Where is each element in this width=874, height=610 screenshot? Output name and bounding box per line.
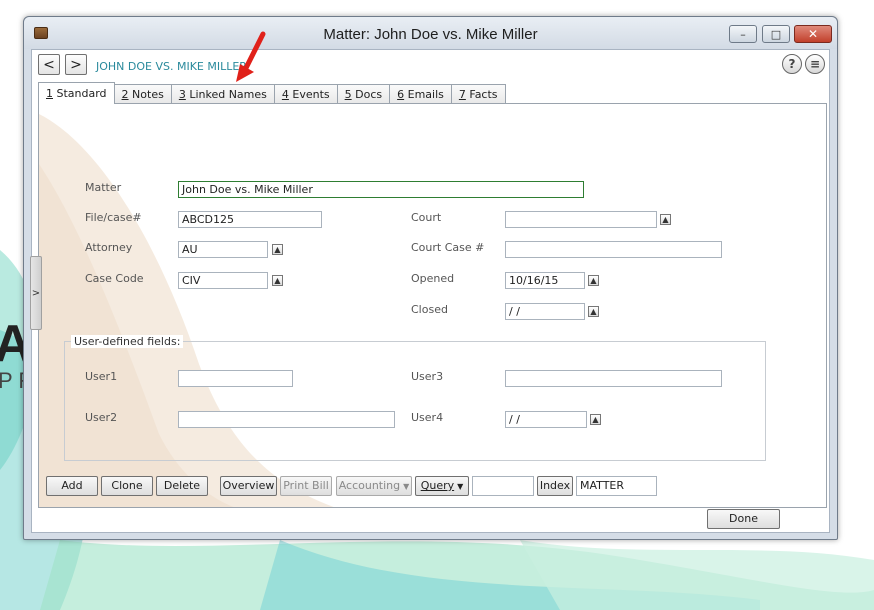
tab-label: Linked Names bbox=[185, 88, 267, 101]
tab-standard[interactable]: 1 Standard bbox=[38, 82, 115, 104]
attorney-dropdown-icon[interactable]: ▲ bbox=[272, 244, 283, 255]
filecase-label: File/case# bbox=[85, 211, 142, 224]
tab-docs[interactable]: 5 Docs bbox=[336, 84, 391, 104]
user3-label: User3 bbox=[411, 370, 444, 383]
user-defined-group bbox=[64, 341, 766, 461]
tab-key: 2 bbox=[121, 88, 129, 101]
user4-label: User4 bbox=[411, 411, 444, 424]
index-value-field[interactable]: MATTER bbox=[576, 476, 657, 496]
print-bill-button[interactable]: Print Bill bbox=[280, 476, 332, 496]
done-button[interactable]: Done bbox=[707, 509, 780, 529]
chevron-down-icon: ▼ bbox=[457, 482, 464, 491]
window-title: Matter: John Doe vs. Mike Miller bbox=[323, 26, 538, 43]
closed-date-field[interactable]: / / bbox=[505, 303, 585, 320]
court-label: Court bbox=[411, 211, 442, 224]
tab-key: 3 bbox=[178, 88, 186, 101]
casecode-label: Case Code bbox=[85, 272, 144, 285]
standard-tab-panel: Matter John Doe vs. Mike Miller File/cas… bbox=[38, 103, 827, 508]
opened-date-field[interactable]: 10/16/15 bbox=[505, 272, 585, 289]
query-label: Query bbox=[420, 479, 455, 492]
tab-notes[interactable]: 2 Notes bbox=[113, 84, 172, 104]
forward-button[interactable]: > bbox=[65, 54, 87, 75]
tab-label: Docs bbox=[351, 88, 383, 101]
annotation-arrow-icon bbox=[236, 31, 266, 82]
tab-events[interactable]: 4 Events bbox=[273, 84, 338, 104]
tab-label: Facts bbox=[465, 88, 498, 101]
courtcase-label: Court Case # bbox=[411, 241, 485, 254]
opened-label: Opened bbox=[411, 272, 455, 285]
maximize-button[interactable]: □ bbox=[762, 25, 790, 43]
back-button[interactable]: < bbox=[38, 54, 60, 75]
matter-field[interactable]: John Doe vs. Mike Miller bbox=[178, 181, 584, 198]
tab-label: Notes bbox=[128, 88, 164, 101]
record-name-header: JOHN DOE VS. MIKE MILLER bbox=[96, 60, 247, 73]
closed-dropdown-icon[interactable]: ▲ bbox=[588, 306, 599, 317]
tab-label: Emails bbox=[404, 88, 444, 101]
tab-emails[interactable]: 6 Emails bbox=[389, 84, 452, 104]
index-button[interactable]: Index bbox=[537, 476, 573, 496]
add-button[interactable]: Add bbox=[46, 476, 98, 496]
user1-label: User1 bbox=[85, 370, 118, 383]
close-button[interactable]: ✕ bbox=[794, 25, 832, 43]
user4-date-field[interactable]: / / bbox=[505, 411, 587, 428]
matter-window: Matter: John Doe vs. Mike Miller – □ ✕ <… bbox=[23, 16, 838, 540]
overview-button[interactable]: Overview bbox=[220, 476, 277, 496]
window-client-area: < > JOHN DOE VS. MIKE MILLER ? ≡ 1 Stand… bbox=[31, 49, 830, 533]
help-icon[interactable]: ? bbox=[782, 54, 802, 74]
user-defined-title: User-defined fields: bbox=[71, 335, 184, 348]
tab-key: 4 bbox=[281, 88, 289, 101]
user2-label: User2 bbox=[85, 411, 118, 424]
matter-label: Matter bbox=[85, 181, 122, 194]
tab-key: 1 bbox=[46, 87, 53, 100]
user1-field[interactable] bbox=[178, 370, 293, 387]
opened-dropdown-icon[interactable]: ▲ bbox=[588, 275, 599, 286]
query-text-input[interactable] bbox=[472, 476, 534, 496]
accounting-button[interactable]: Accounting ▼ bbox=[336, 476, 412, 496]
user3-field[interactable] bbox=[505, 370, 722, 387]
closed-label: Closed bbox=[411, 303, 448, 316]
side-panel-toggle[interactable]: > bbox=[30, 256, 42, 330]
delete-button[interactable]: Delete bbox=[156, 476, 208, 496]
tab-linked-names[interactable]: 3 Linked Names bbox=[170, 84, 275, 104]
casecode-dropdown-icon[interactable]: ▲ bbox=[272, 275, 283, 286]
tab-label: Events bbox=[288, 88, 330, 101]
accounting-label: Accounting bbox=[338, 479, 401, 492]
chevron-down-icon: ▼ bbox=[403, 482, 410, 491]
filecase-field[interactable]: ABCD125 bbox=[178, 211, 322, 228]
attorney-field[interactable]: AU bbox=[178, 241, 268, 258]
user4-dropdown-icon[interactable]: ▲ bbox=[590, 414, 601, 425]
court-field[interactable] bbox=[505, 211, 657, 228]
tab-facts[interactable]: 7 Facts bbox=[450, 84, 506, 104]
tab-label: Standard bbox=[53, 87, 107, 100]
casecode-field[interactable]: CIV bbox=[178, 272, 268, 289]
courtcase-field[interactable] bbox=[505, 241, 722, 258]
menu-icon[interactable]: ≡ bbox=[805, 54, 825, 74]
attorney-label: Attorney bbox=[85, 241, 133, 254]
user2-field[interactable] bbox=[178, 411, 395, 428]
query-button[interactable]: Query ▼ bbox=[415, 476, 469, 496]
tab-key: 5 bbox=[344, 88, 352, 101]
tab-key: 7 bbox=[458, 88, 466, 101]
court-dropdown-icon[interactable]: ▲ bbox=[660, 214, 671, 225]
minimize-button[interactable]: – bbox=[729, 25, 757, 43]
clone-button[interactable]: Clone bbox=[101, 476, 153, 496]
title-bar[interactable]: Matter: John Doe vs. Mike Miller – □ ✕ bbox=[24, 17, 837, 49]
